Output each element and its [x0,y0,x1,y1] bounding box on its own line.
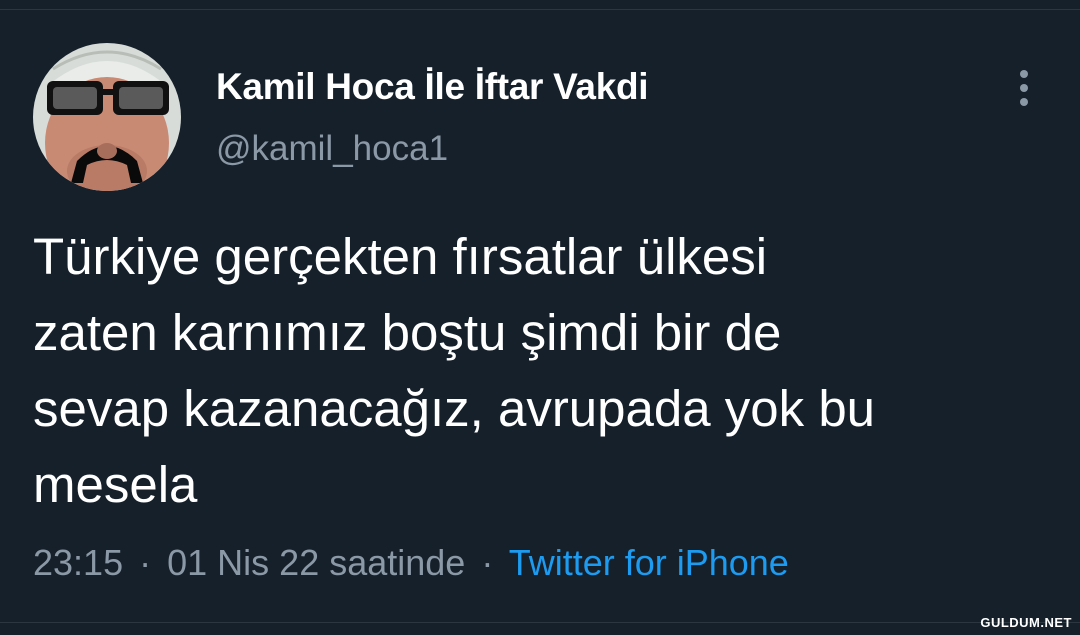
avatar-image [33,43,181,191]
tweet-metadata: 23:15 · 01 Nis 22 saatinde · Twitter for… [33,542,789,584]
author-handle[interactable]: @kamil_hoca1 [216,129,448,169]
more-vertical-icon-dot [1020,84,1028,92]
more-vertical-icon-dot [1020,98,1028,106]
author-display-name[interactable]: Kamil Hoca İle İftar Vakdi [216,66,649,108]
tweet-text-line: mesela [33,456,198,513]
tweet-source-link[interactable]: Twitter for iPhone [509,542,789,583]
tweet-text-line: Türkiye gerçekten fırsatlar ülkesi [33,228,768,285]
tweet-text: Türkiye gerçekten fırsatlar ülkesi zaten… [33,219,1043,523]
tweet-text-line: zaten karnımız boştu şimdi bir de [33,304,782,361]
avatar[interactable] [33,43,181,191]
bottom-divider [0,622,1080,623]
more-vertical-icon [1020,70,1028,78]
top-divider [0,9,1080,10]
tweet-text-line: sevap kazanacağız, avrupada yok bu [33,380,876,437]
more-options-button[interactable] [1006,68,1042,108]
tweet-date[interactable]: 01 Nis 22 saatinde [167,542,465,583]
meta-separator: · [139,542,152,583]
watermark: GULDUM.NET [980,615,1072,630]
meta-separator: · [481,542,494,583]
tweet-time[interactable]: 23:15 [33,542,123,583]
